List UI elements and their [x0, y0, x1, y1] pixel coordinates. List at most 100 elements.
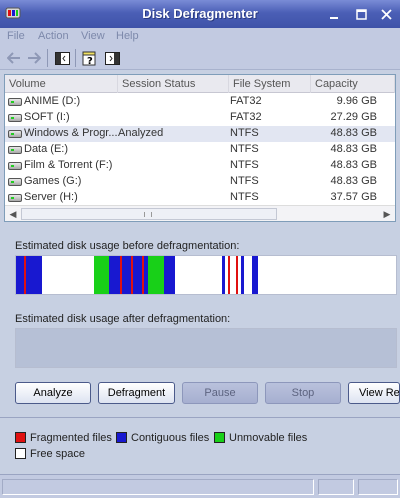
volume-capacity: 27.29 GB — [330, 111, 377, 123]
show-hide-button[interactable] — [103, 49, 121, 67]
menu-view[interactable]: View — [81, 30, 105, 42]
toolbar-separator — [75, 49, 76, 67]
volume-row[interactable]: Server (H:) NTFS 37.57 GB — [5, 190, 395, 206]
menu-file[interactable]: File — [7, 30, 25, 42]
volume-row[interactable]: Games (G:) NTFS 48.83 GB — [5, 174, 395, 190]
volume-capacity: 48.83 GB — [330, 143, 377, 155]
unmovable-legend-label: Unmovable files — [229, 432, 308, 444]
divider — [0, 417, 400, 418]
fragmented-segment — [24, 256, 26, 294]
volume-row-selected[interactable]: Windows & Progr... Analyzed NTFS 48.83 G… — [5, 126, 395, 142]
analyze-button[interactable]: Analyze — [15, 382, 91, 404]
fragmented-segment — [120, 256, 122, 294]
contiguous-legend-swatch — [116, 432, 127, 443]
close-button[interactable] — [376, 4, 397, 25]
help-button[interactable]: ? — [81, 49, 99, 67]
fragmented-segment — [228, 256, 230, 294]
minimize-icon — [330, 17, 338, 19]
volume-row[interactable]: ANIME (D:) FAT32 9.96 GB — [5, 94, 395, 110]
toolbar-separator — [47, 49, 48, 67]
volume-filesystem: NTFS — [230, 127, 259, 139]
contiguous-segment — [222, 256, 225, 294]
contiguous-segment — [241, 256, 244, 294]
volume-row[interactable]: Film & Torrent (F:) NTFS 48.83 GB — [5, 158, 395, 174]
list-header: Volume Session Status File System Capaci… — [5, 75, 395, 93]
menu-action[interactable]: Action — [38, 30, 69, 42]
pause-button[interactable]: Pause — [182, 382, 258, 404]
maximize-button[interactable] — [351, 4, 372, 25]
svg-text:?: ? — [87, 56, 93, 66]
fragmented-segment — [142, 256, 144, 294]
contiguous-segment — [252, 256, 258, 294]
hard-drive-icon — [8, 114, 22, 122]
status-cell-main — [2, 479, 314, 495]
title-bar: Disk Defragmenter — [0, 0, 400, 28]
help-icon: ? — [82, 51, 96, 66]
contiguous-segment — [16, 256, 42, 294]
volume-capacity: 48.83 GB — [330, 175, 377, 187]
back-button[interactable] — [5, 49, 23, 67]
hard-drive-icon — [8, 178, 22, 186]
toolbar: ? — [0, 46, 400, 70]
status-cell — [358, 479, 398, 495]
volume-filesystem: NTFS — [230, 175, 259, 187]
console-tree-button[interactable] — [53, 49, 71, 67]
column-session-status[interactable]: Session Status — [118, 75, 229, 93]
volume-filesystem: FAT32 — [230, 95, 262, 107]
column-volume[interactable]: Volume — [5, 75, 118, 93]
volume-name: ANIME (D:) — [24, 95, 81, 107]
hard-drive-icon — [8, 146, 22, 154]
horizontal-scrollbar[interactable]: ◀ ▶ — [5, 205, 395, 221]
hard-drive-icon — [8, 130, 22, 138]
view-report-button[interactable]: View Rep — [348, 382, 400, 404]
status-bar — [0, 474, 400, 498]
defragment-button[interactable]: Defragment — [98, 382, 175, 404]
volume-name: Data (E:) — [24, 143, 69, 155]
hard-drive-icon — [8, 98, 22, 106]
hard-drive-icon — [8, 194, 22, 202]
fragmented-legend-swatch — [15, 432, 26, 443]
before-usage-label: Estimated disk usage before defragmentat… — [15, 240, 240, 252]
volume-name: SOFT (I:) — [24, 111, 70, 123]
before-usage-map — [15, 255, 397, 295]
column-capacity[interactable]: Capacity — [311, 75, 395, 93]
volume-row[interactable]: Data (E:) NTFS 48.83 GB — [5, 142, 395, 158]
volume-row[interactable]: SOFT (I:) FAT32 27.29 GB — [5, 110, 395, 126]
volume-list[interactable]: Volume Session Status File System Capaci… — [4, 74, 396, 222]
menu-help[interactable]: Help — [116, 30, 139, 42]
volume-name: Server (H:) — [24, 191, 78, 203]
forward-button[interactable] — [25, 49, 43, 67]
volume-capacity: 48.83 GB — [330, 127, 377, 139]
stop-button[interactable]: Stop — [265, 382, 341, 404]
volume-capacity: 37.57 GB — [330, 191, 377, 203]
close-icon — [381, 9, 392, 20]
volume-name: Film & Torrent (F:) — [24, 159, 113, 171]
free-space-legend-swatch — [15, 448, 26, 459]
unmovable-legend-swatch — [214, 432, 225, 443]
minimize-button[interactable] — [324, 4, 345, 25]
volume-capacity: 9.96 GB — [336, 95, 377, 107]
scroll-thumb[interactable] — [21, 208, 277, 220]
contiguous-segment — [164, 256, 175, 294]
volume-filesystem: NTFS — [230, 143, 259, 155]
fragmented-legend-label: Fragmented files — [30, 432, 112, 444]
console-tree-icon — [54, 51, 70, 65]
column-file-system[interactable]: File System — [229, 75, 311, 93]
back-arrow-icon — [7, 52, 20, 64]
unmovable-segment — [94, 256, 109, 294]
show-hide-icon — [104, 51, 120, 65]
scroll-left-icon[interactable]: ◀ — [7, 208, 19, 220]
contiguous-legend-label: Contiguous files — [131, 432, 210, 444]
menu-bar: File Action View Help — [0, 28, 400, 46]
scroll-right-icon[interactable]: ▶ — [381, 208, 393, 220]
unmovable-segment — [148, 256, 164, 294]
volume-status: Analyzed — [118, 127, 164, 139]
after-usage-map — [15, 328, 397, 368]
volume-filesystem: FAT32 — [230, 111, 262, 123]
fragmented-segment — [236, 256, 238, 294]
volume-filesystem: NTFS — [230, 191, 259, 203]
maximize-icon — [356, 9, 367, 20]
scroll-grip-icon — [144, 212, 152, 217]
volume-name: Windows & Progr... — [24, 127, 118, 139]
fragmented-segment — [131, 256, 133, 294]
